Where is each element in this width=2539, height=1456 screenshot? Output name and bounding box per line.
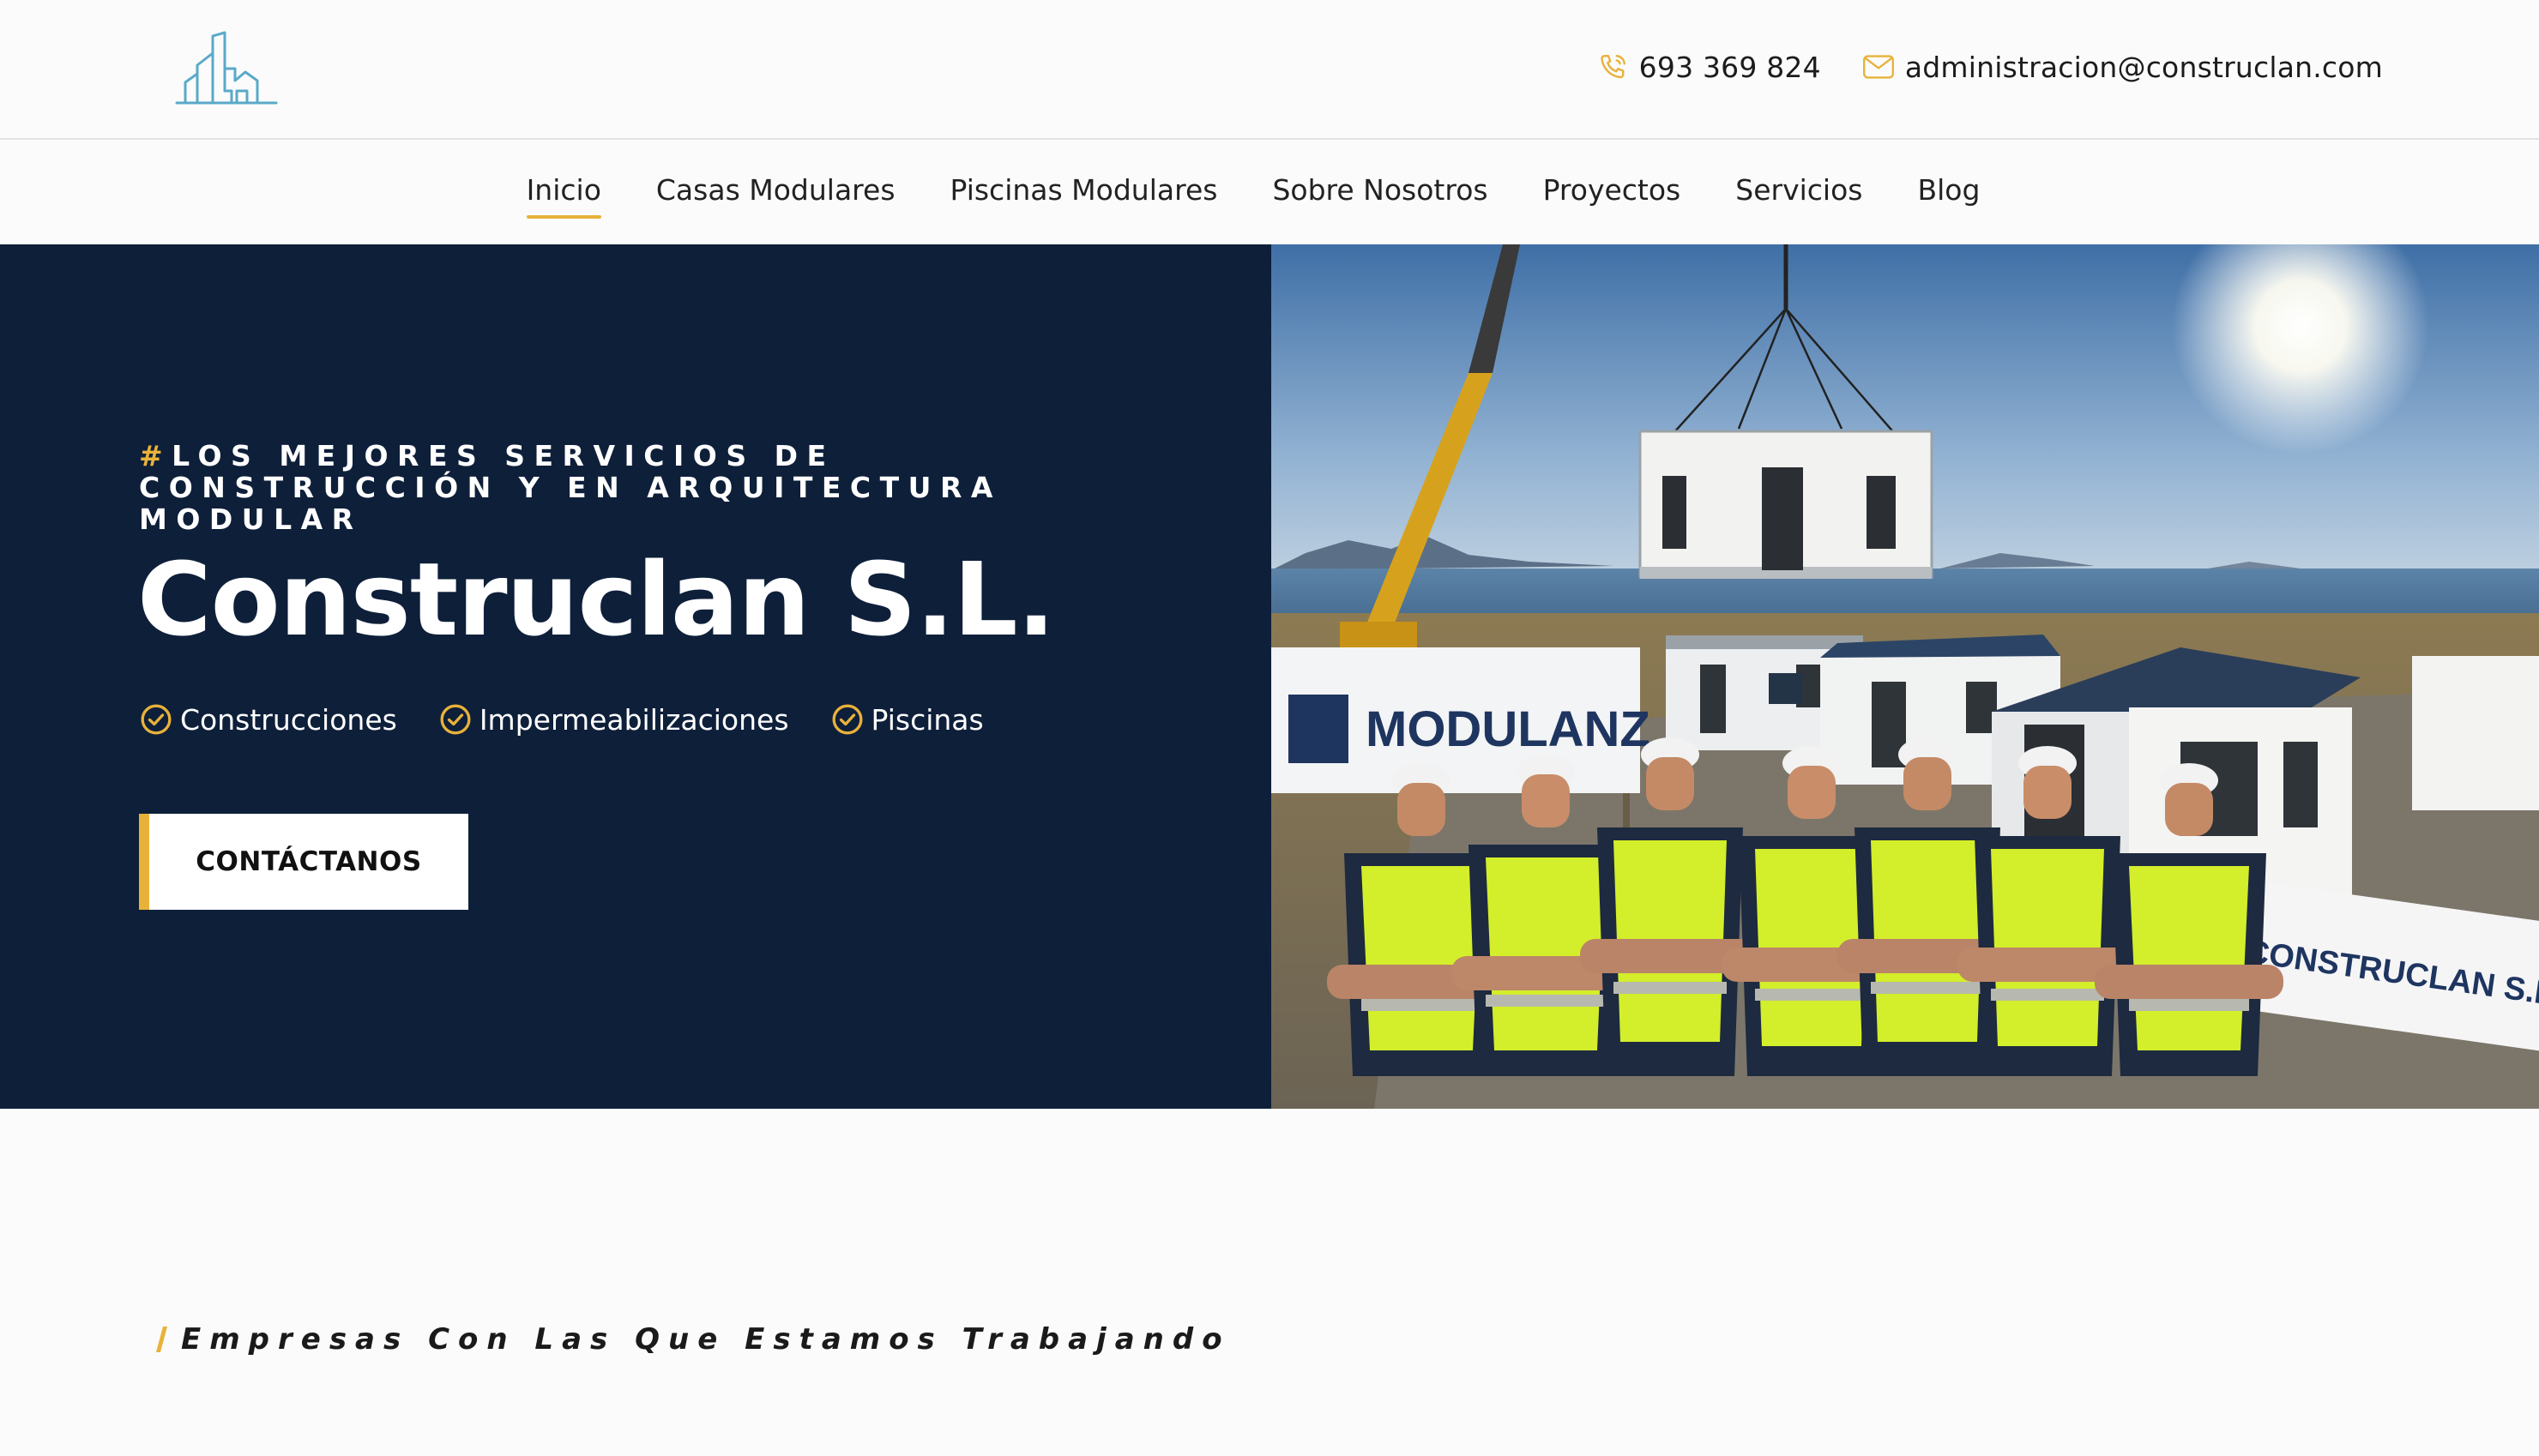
partners-heading: Empresas Con Las Que Estamos Trabajando [155, 1322, 1231, 1357]
phone-icon [1600, 55, 1625, 79]
contact-cta-button[interactable]: CONTÁCTANOS [139, 814, 468, 910]
nav-item-blog[interactable]: Blog [1917, 166, 1980, 220]
building-logo-icon [175, 31, 278, 105]
nav-item-proyectos[interactable]: Proyectos [1543, 166, 1681, 220]
nav-item-piscinas-modulares[interactable]: Piscinas Modulares [950, 166, 1218, 220]
hero-panel: #LOS MEJORES SERVICIOS DE CONSTRUCCIÓN Y… [0, 244, 1271, 1109]
hero-title: Construclan S.L. [137, 540, 1055, 659]
tagline-hash: # [139, 439, 172, 472]
nav-item-casas-modulares[interactable]: Casas Modulares [656, 166, 896, 220]
email-address: administracion@construclan.com [1904, 50, 2383, 84]
site-logo[interactable] [175, 31, 278, 108]
hero-features: Construcciones Impermeabilizaciones Pisc… [139, 702, 984, 737]
sign-modulanz: MODULANZ [1366, 701, 1650, 757]
mail-icon [1862, 55, 1894, 79]
feature-label: Impermeabilizaciones [479, 702, 789, 737]
construction-site-photo: MODULANZ CONSTRUCLAN S.L. [1271, 244, 2539, 1109]
header-contacts: 693 369 824 administracion@construclan.c… [1598, 48, 2383, 86]
phone-link[interactable]: 693 369 824 [1598, 51, 1821, 84]
nav-item-inicio[interactable]: Inicio [526, 166, 602, 220]
top-bar: 693 369 824 administracion@construclan.c… [0, 0, 2539, 140]
phone-number: 693 369 824 [1638, 50, 1821, 84]
accent-bar [155, 1327, 168, 1352]
hero-photo: MODULANZ CONSTRUCLAN S.L. [1271, 244, 2539, 1109]
check-circle-icon [832, 704, 863, 735]
nav-item-sobre-nosotros[interactable]: Sobre Nosotros [1272, 166, 1487, 220]
feature-piscinas: Piscinas [830, 702, 984, 737]
check-circle-icon [141, 704, 172, 735]
feature-label: Construcciones [180, 702, 397, 737]
partners-title: Empresas Con Las Que Estamos Trabajando [181, 1322, 1231, 1357]
check-circle-icon [440, 704, 471, 735]
feature-construcciones: Construcciones [139, 702, 397, 737]
hero-tagline: #LOS MEJORES SERVICIOS DE CONSTRUCCIÓN Y… [139, 440, 1185, 535]
nav-item-servicios[interactable]: Servicios [1735, 166, 1862, 220]
email-link[interactable]: administracion@construclan.com [1862, 51, 2383, 84]
tagline-text: LOS MEJORES SERVICIOS DE CONSTRUCCIÓN Y … [139, 439, 1002, 536]
feature-impermeabilizaciones: Impermeabilizaciones [438, 702, 789, 737]
feature-label: Piscinas [871, 702, 984, 737]
main-nav: Inicio Casas Modulares Piscinas Modulare… [0, 141, 2539, 244]
hero-section: #LOS MEJORES SERVICIOS DE CONSTRUCCIÓN Y… [0, 244, 2539, 1109]
